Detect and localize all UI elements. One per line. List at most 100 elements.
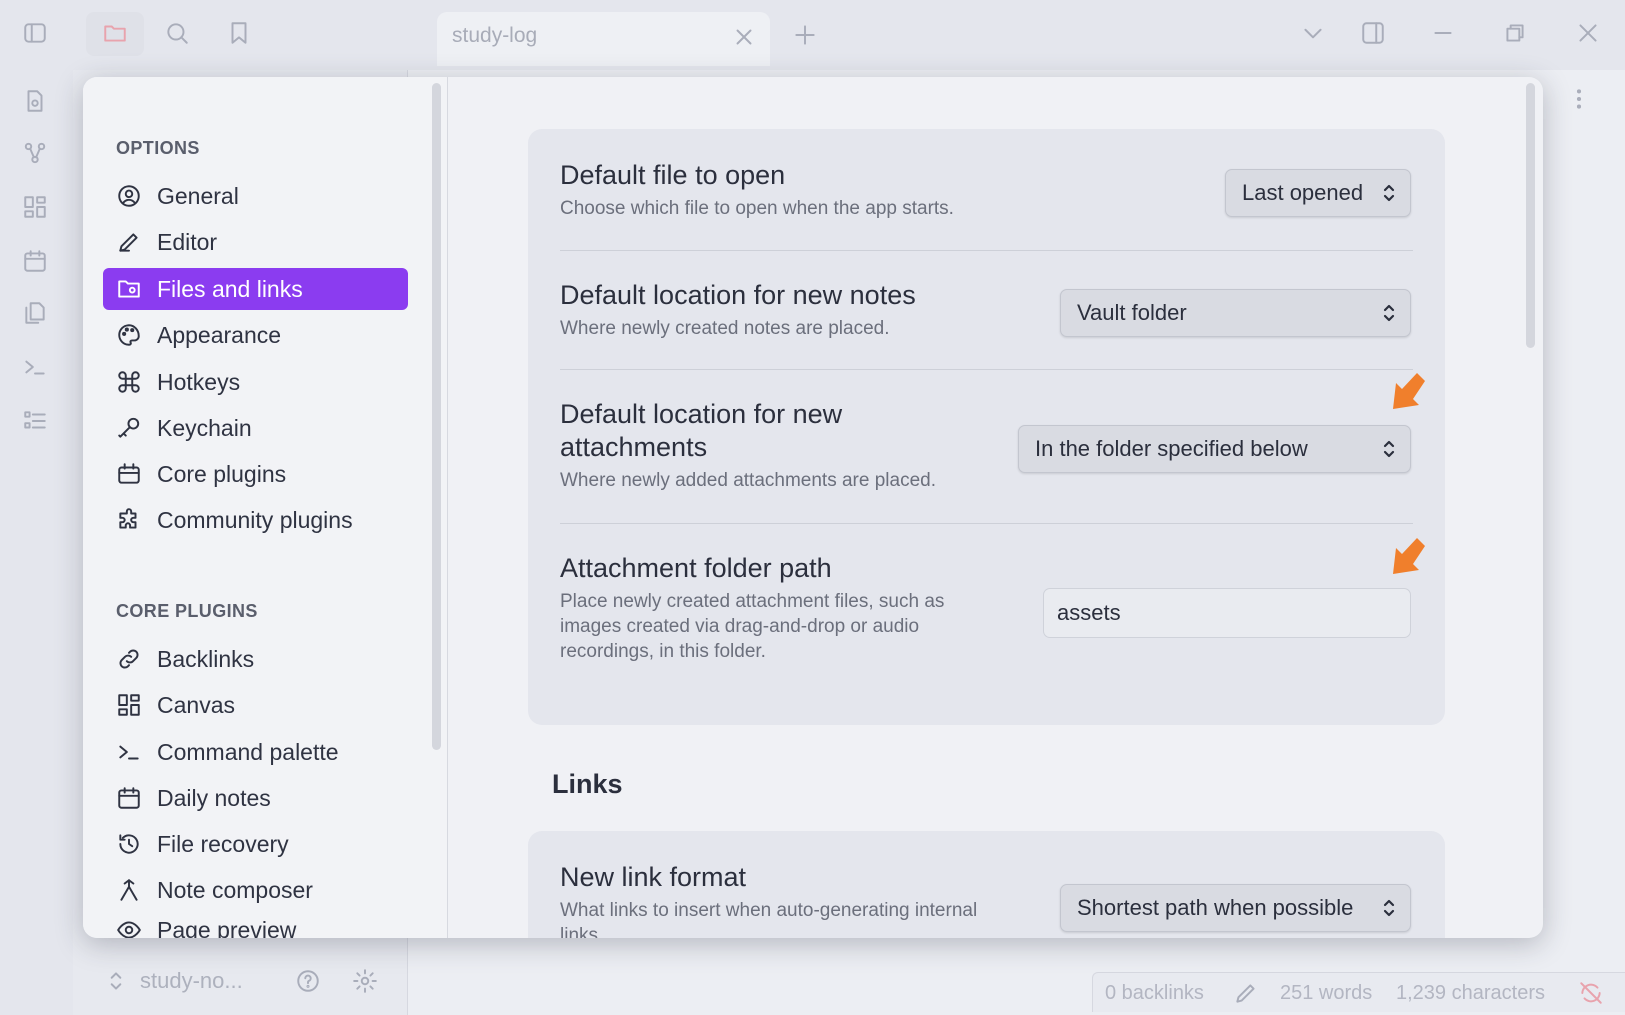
tab-list-chevron-icon[interactable] — [1300, 20, 1326, 46]
links-settings-group: New link format What links to insert whe… — [528, 831, 1445, 938]
select-value: Vault folder — [1077, 300, 1187, 325]
options-heading: OPTIONS — [116, 138, 200, 158]
nav-item-general[interactable]: General — [103, 175, 408, 217]
graph-view-icon[interactable] — [22, 140, 48, 166]
nav-item-keychain[interactable]: Keychain — [103, 407, 408, 449]
nav-item-community-plugins[interactable]: Community plugins — [103, 499, 408, 541]
attachment-location-select[interactable]: In the folder specified below — [1018, 425, 1411, 473]
sidebar-toggle-icon[interactable] — [22, 20, 48, 46]
orange-arrow-marker-icon — [1389, 536, 1429, 576]
orange-arrow-marker-icon — [1389, 371, 1429, 411]
files-settings-group: Default file to open Choose which file t… — [528, 129, 1445, 725]
minimize-icon[interactable] — [1430, 20, 1456, 46]
nav-label: Appearance — [157, 321, 282, 348]
nav-item-daily-notes[interactable]: Daily notes — [103, 777, 408, 819]
nav-label: Backlinks — [157, 645, 255, 672]
nav-item-file-recovery[interactable]: File recovery — [103, 823, 408, 865]
links-section-heading: Links — [552, 769, 623, 799]
backlink-icon — [115, 645, 143, 673]
outline-icon[interactable] — [22, 408, 48, 434]
nav-item-hotkeys[interactable]: Hotkeys — [103, 361, 408, 403]
templates-icon[interactable] — [22, 300, 48, 326]
core-plugins-heading: CORE PLUGINS — [116, 601, 258, 621]
more-options-icon[interactable] — [1566, 86, 1592, 112]
word-count: 251 words — [1280, 982, 1373, 1004]
settings-gear-icon[interactable] — [352, 968, 378, 994]
preview-icon — [115, 916, 143, 938]
nav-label: General — [157, 182, 239, 209]
nav-label: Canvas — [157, 691, 235, 718]
help-icon[interactable] — [295, 968, 321, 994]
history-icon — [115, 830, 143, 858]
pencil-icon — [115, 228, 143, 256]
select-chevron-icon — [1382, 896, 1396, 920]
search-icon[interactable] — [164, 20, 190, 46]
settings-sidebar: OPTIONS General Editor Files and links A… — [83, 77, 448, 938]
tab-title: study-log — [452, 24, 538, 47]
nav-item-files-and-links[interactable]: Files and links — [103, 268, 408, 310]
vault-name[interactable]: study-no... — [140, 968, 243, 994]
nav-label: Page preview — [157, 916, 297, 939]
divider — [560, 523, 1413, 524]
calendar-box-icon — [115, 460, 143, 488]
command-palette-icon[interactable] — [22, 354, 48, 380]
nav-label: Keychain — [157, 414, 252, 441]
nav-label: Editor — [157, 228, 218, 255]
key-icon — [115, 414, 143, 442]
nav-label: Note composer — [157, 876, 313, 903]
vault-switcher-icon[interactable] — [103, 968, 129, 994]
setting-description: What links to insert when auto-generatin… — [560, 900, 978, 938]
new-tab-icon[interactable] — [792, 22, 818, 48]
setting-description-line-3: recordings, in this folder. — [560, 641, 766, 662]
divider — [560, 369, 1413, 370]
content-scrollbar[interactable] — [1526, 83, 1535, 348]
canvas-icon[interactable] — [22, 194, 48, 220]
select-value: Last opened — [1242, 180, 1364, 205]
nav-item-canvas[interactable]: Canvas — [103, 684, 408, 726]
nav-label: File recovery — [157, 830, 289, 857]
select-chevron-icon — [1382, 181, 1396, 205]
calendar-icon — [115, 784, 143, 812]
attachment-folder-path-input[interactable]: assets — [1043, 588, 1411, 638]
new-link-format-select[interactable]: Shortest path when possible — [1060, 884, 1411, 932]
settings-content: Default file to open Choose which file t… — [449, 77, 1543, 938]
nav-label: Hotkeys — [157, 368, 241, 395]
right-sidebar-toggle-icon[interactable] — [1360, 20, 1386, 46]
restore-icon[interactable] — [1502, 20, 1528, 46]
select-value: Shortest path when possible — [1077, 895, 1354, 920]
folder-icon — [102, 20, 128, 46]
terminal-icon — [115, 738, 143, 766]
default-file-select[interactable]: Last opened — [1225, 169, 1411, 217]
nav-item-core-plugins[interactable]: Core plugins — [103, 453, 408, 495]
character-count: 1,239 characters — [1396, 982, 1545, 1004]
edit-mode-icon[interactable] — [1233, 980, 1259, 1006]
command-icon — [115, 368, 143, 396]
backlinks-count[interactable]: 0 backlinks — [1105, 982, 1204, 1005]
puzzle-icon — [115, 506, 143, 534]
nav-item-command-palette[interactable]: Command palette — [103, 731, 408, 773]
nav-label: Daily notes — [157, 784, 271, 811]
grid-icon — [115, 691, 143, 719]
nav-item-appearance[interactable]: Appearance — [103, 314, 408, 356]
nav-label: Core plugins — [157, 460, 287, 487]
palette-icon — [115, 321, 143, 349]
window-close-icon[interactable] — [1575, 20, 1601, 46]
tab-close-icon[interactable] — [731, 24, 757, 50]
nav-item-note-composer[interactable]: Note composer — [103, 869, 408, 911]
folder-cog-icon — [115, 275, 143, 303]
sidebar-scrollbar[interactable] — [432, 83, 441, 750]
sync-off-icon[interactable] — [1578, 980, 1604, 1006]
nav-item-backlinks[interactable]: Backlinks — [103, 638, 408, 680]
nav-item-page-preview[interactable]: Page preview — [103, 909, 408, 938]
open-quick-switcher-icon[interactable] — [22, 88, 48, 114]
settings-modal: OPTIONS General Editor Files and links A… — [83, 77, 1543, 938]
daily-note-icon[interactable] — [22, 248, 48, 274]
nav-item-editor[interactable]: Editor — [103, 221, 408, 263]
nav-label: Command palette — [157, 738, 339, 765]
bookmark-icon[interactable] — [226, 20, 252, 46]
select-value: In the folder specified below — [1035, 436, 1308, 461]
nav-label: Community plugins — [157, 506, 353, 533]
nav-label: Files and links — [157, 275, 303, 302]
new-note-location-select[interactable]: Vault folder — [1060, 289, 1411, 337]
merge-icon — [115, 876, 143, 904]
